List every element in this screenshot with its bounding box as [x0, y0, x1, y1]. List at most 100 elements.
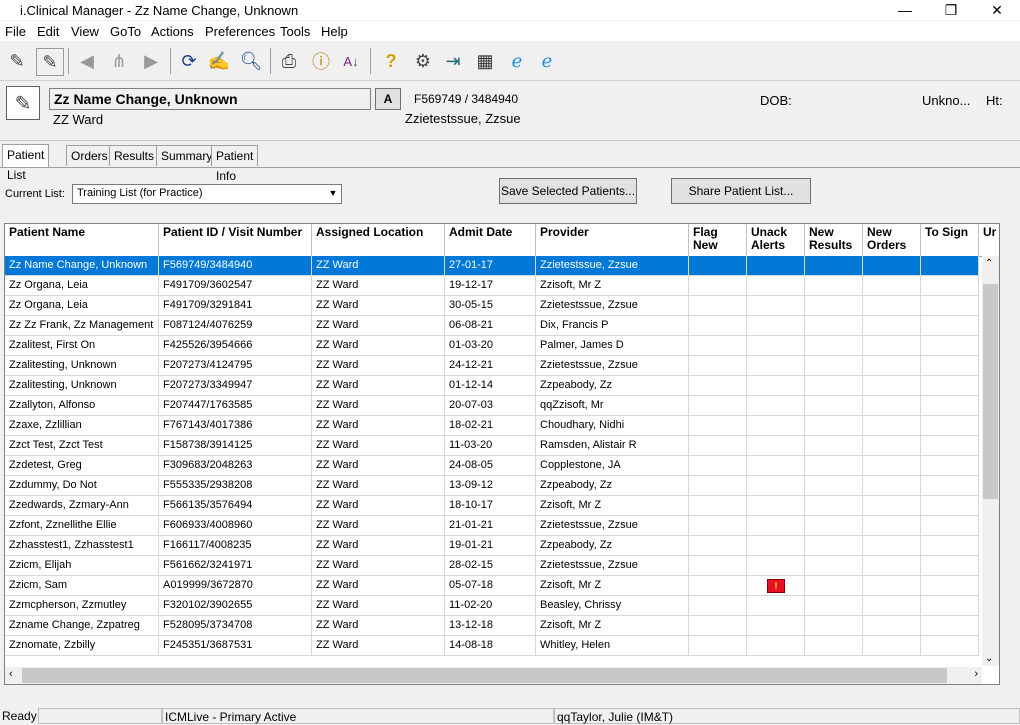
menu-view[interactable]: View: [71, 24, 99, 39]
col-flag-new[interactable]: Flag New: [689, 224, 747, 256]
col-patient-id[interactable]: Patient ID / Visit Number: [159, 224, 312, 256]
table-row[interactable]: Zzaxe, Zzlillian F767143/4017386 ZZ Ward 18…: [5, 416, 979, 436]
status-bar: Ready ICMLive - Primary Active qqTaylor,…: [0, 707, 1020, 725]
col-provider[interactable]: Provider: [536, 224, 689, 256]
table-row[interactable]: Zz Organa, Leia F491709/3602547 ZZ Ward 19-…: [5, 276, 979, 296]
search-icon[interactable]: 🔍︎: [238, 48, 264, 74]
cell-provider: Zzisoft, Mr Z: [536, 576, 689, 596]
vertical-scroll-thumb[interactable]: [983, 284, 998, 499]
cell-unack-alerts: [747, 376, 805, 396]
table-row[interactable]: Zzalitest, First On F425526/3954666 ZZ War…: [5, 336, 979, 356]
menu-help[interactable]: Help: [321, 24, 348, 39]
patient-note-icon[interactable]: ✎: [6, 86, 40, 120]
tab-patient-info[interactable]: Patient Info: [211, 145, 259, 183]
current-list-select[interactable]: Training List (for Practice) ▼: [72, 184, 342, 204]
sort-az-icon[interactable]: A↓: [338, 48, 364, 74]
cell-flag-new: [689, 636, 747, 656]
minimize-button[interactable]: —: [882, 0, 928, 20]
table-row[interactable]: Zzallyton, Alfonso F207447/1763585 ZZ Ward…: [5, 396, 979, 416]
table-row[interactable]: Zzmcpherson, Zzmutley F320102/3902655 ZZ W…: [5, 596, 979, 616]
col-admit-date[interactable]: Admit Date: [445, 224, 536, 256]
scroll-right-icon[interactable]: ›: [974, 668, 978, 680]
menu-edit[interactable]: Edit: [37, 24, 59, 39]
info-icon[interactable]: ⓘ: [308, 48, 334, 74]
a-button[interactable]: A: [375, 88, 401, 110]
settings-icon[interactable]: ⚙: [410, 48, 436, 74]
table-row[interactable]: Zzct Test, Zzct Test F158738/3914125 ZZ Wa…: [5, 436, 979, 456]
calculator-icon[interactable]: ▦: [472, 48, 498, 74]
internet-explorer-icon-2[interactable]: ℯ: [534, 48, 560, 74]
patient-list-icon[interactable]: ✎: [4, 48, 30, 74]
scroll-up-icon[interactable]: ⌃: [985, 258, 993, 269]
menu-actions[interactable]: Actions: [151, 24, 194, 39]
table-row[interactable]: Zzhasstest1, Zzhasstest1 F166117/4008235 Z…: [5, 536, 979, 556]
cell-provider: Ramsden, Alistair R: [536, 436, 689, 456]
table-row[interactable]: Zzdetest, Greg F309683/2048263 ZZ Ward 24-0…: [5, 456, 979, 476]
cell-flag-new: [689, 556, 747, 576]
table-row[interactable]: Zzname Change, Zzpatreg F528095/3734708 ZZ…: [5, 616, 979, 636]
table-row[interactable]: Zzicm, Sam A019999/3672870 ZZ Ward 05-07-18…: [5, 576, 979, 596]
col-new-orders[interactable]: New Orders: [863, 224, 921, 256]
col-patient-name[interactable]: Patient Name: [5, 224, 159, 256]
share-patient-list-button[interactable]: Share Patient List...: [671, 178, 811, 204]
table-row[interactable]: Zznomate, Zzbilly F245351/3687531 ZZ Ward 1…: [5, 636, 979, 656]
tab-orders[interactable]: Orders: [66, 145, 113, 166]
scroll-left-icon[interactable]: ‹: [9, 668, 13, 680]
col-assigned-location[interactable]: Assigned Location: [312, 224, 445, 256]
menu-preferences[interactable]: Preferences: [205, 24, 275, 39]
table-row[interactable]: Zzedwards, Zzmary-Ann F566135/3576494 ZZ W…: [5, 496, 979, 516]
edit-note-icon[interactable]: ✍: [206, 48, 232, 74]
scroll-down-icon[interactable]: ⌄: [985, 653, 993, 664]
col-unack-alerts[interactable]: Unack Alerts: [747, 224, 805, 256]
current-list-label: Current List:: [5, 188, 65, 200]
horizontal-scroll-thumb[interactable]: [22, 668, 947, 683]
cell-unack-alerts: [747, 616, 805, 636]
cell-patient-id: F087124/4076259: [159, 316, 312, 336]
patients-icon[interactable]: ⋔: [106, 48, 132, 74]
patient-list-active-icon[interactable]: ✎: [36, 48, 64, 76]
table-row[interactable]: Zzicm, Elijah F561662/3241971 ZZ Ward 28-02…: [5, 556, 979, 576]
close-button[interactable]: ✕: [974, 0, 1020, 20]
chevron-down-icon[interactable]: ▼: [326, 186, 340, 200]
menu-file[interactable]: File: [5, 24, 26, 39]
menu-tools[interactable]: Tools: [280, 24, 310, 39]
tab-results[interactable]: Results: [109, 145, 160, 166]
col-ur[interactable]: Ur: [979, 224, 999, 256]
table-row[interactable]: Zz Zz Frank, Zz Management F087124/407625…: [5, 316, 979, 336]
table-row[interactable]: Zzfont, Zznellithe Ellie F606933/4008960 Z…: [5, 516, 979, 536]
tab-summary[interactable]: Summary: [156, 145, 218, 166]
alert-flag-icon[interactable]: !: [767, 579, 785, 593]
cell-patient-id: F207273/4124795: [159, 356, 312, 376]
save-selected-patients-button[interactable]: Save Selected Patients...: [499, 178, 637, 204]
cell-to-sign: [921, 516, 979, 536]
cell-new-results: [805, 416, 863, 436]
cell-admit-date: 27-01-17: [445, 256, 536, 276]
table-row[interactable]: Zzdummy, Do Not F555335/2938208 ZZ Ward 13-…: [5, 476, 979, 496]
vertical-scrollbar[interactable]: ⌃ ⌄: [982, 256, 999, 666]
col-to-sign[interactable]: To Sign: [921, 224, 979, 256]
exit-icon[interactable]: ⇥: [440, 48, 466, 74]
cell-patient-id: F425526/3954666: [159, 336, 312, 356]
tab-patient-list[interactable]: Patient List: [2, 144, 50, 182]
horizontal-scrollbar[interactable]: ‹ ›: [5, 667, 982, 684]
maximize-button[interactable]: ❐: [928, 0, 974, 20]
cell-to-sign: [921, 296, 979, 316]
print-icon[interactable]: ⎙: [276, 48, 302, 74]
forward-icon[interactable]: ▶: [138, 48, 164, 74]
table-row[interactable]: Zzalitesting, Unknown F207273/3349947 ZZ W…: [5, 376, 979, 396]
menu-goto[interactable]: GoTo: [110, 24, 141, 39]
refresh-icon[interactable]: ⟳: [176, 48, 202, 74]
cell-provider: Dix, Francis P: [536, 316, 689, 336]
help-icon[interactable]: ?: [378, 48, 404, 74]
table-row[interactable]: Zz Name Change, Unknown F569749/3484940 ZZ…: [5, 256, 979, 276]
cell-admit-date: 11-03-20: [445, 436, 536, 456]
cell-patient-id: F166117/4008235: [159, 536, 312, 556]
cell-unack-alerts: [747, 316, 805, 336]
table-row[interactable]: Zzalitesting, Unknown F207273/4124795 ZZ W…: [5, 356, 979, 376]
cell-unack-alerts: [747, 296, 805, 316]
internet-explorer-icon[interactable]: ℯ: [504, 48, 530, 74]
col-new-results[interactable]: New Results: [805, 224, 863, 256]
current-list-value: Training List (for Practice): [77, 187, 203, 199]
table-row[interactable]: Zz Organa, Leia F491709/3291841 ZZ Ward 30-…: [5, 296, 979, 316]
back-icon[interactable]: ◀: [74, 48, 100, 74]
